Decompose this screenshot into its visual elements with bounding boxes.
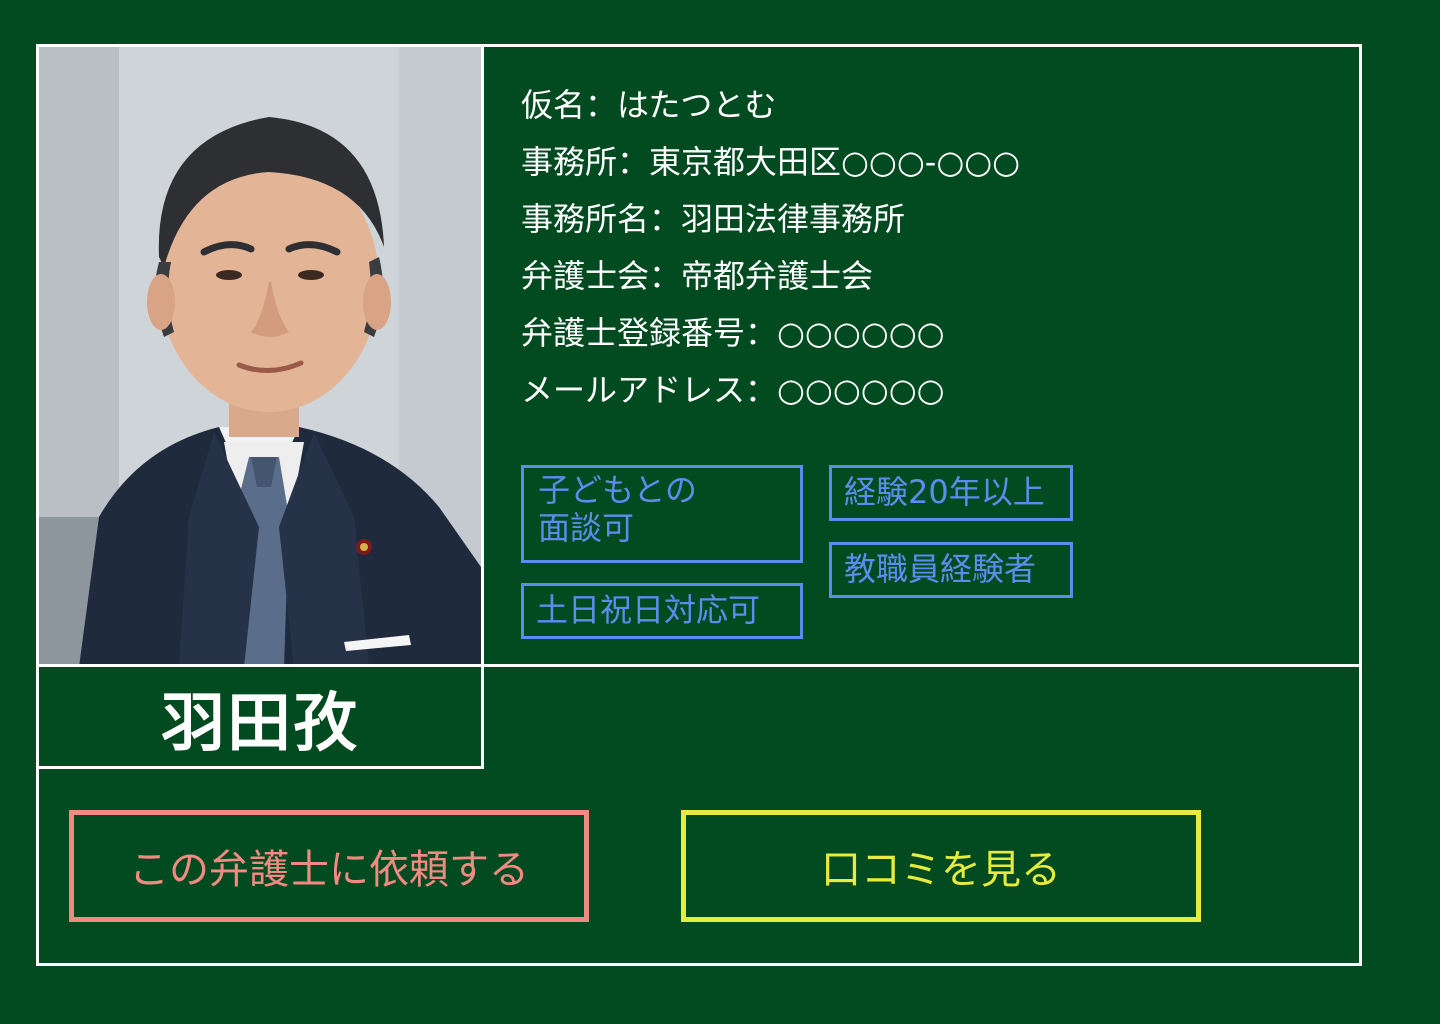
lawyer-name: 羽田孜 — [161, 686, 359, 761]
office-name-field: 事務所名：羽田法律事務所 — [521, 200, 906, 238]
view-reviews-button[interactable]: 口コミを見る — [681, 810, 1201, 922]
office-address-field: 事務所：東京都大田区○○○-○○○ — [521, 143, 1021, 181]
section-divider — [39, 664, 1359, 667]
bar-association-field: 弁護士会：帝都弁護士会 — [521, 257, 874, 295]
tag-child-meeting: 子どもとの 面談可 — [521, 465, 803, 563]
tag-experience: 経験20年以上 — [829, 465, 1073, 521]
registration-number-field: 弁護士登録番号：○○○○○○ — [521, 314, 945, 352]
tag-child-meeting-line1: 子どもとの — [538, 471, 698, 509]
request-lawyer-button[interactable]: この弁護士に依頼する — [69, 810, 589, 922]
portrait-image — [39, 47, 481, 667]
kana-field: 仮名：はたつとむ — [521, 86, 777, 124]
lawyer-profile-card: 羽田孜 仮名：はたつとむ 事務所：東京都大田区○○○-○○○ 事務所名：羽田法律… — [36, 44, 1362, 966]
tag-teacher: 教職員経験者 — [829, 542, 1073, 598]
tag-weekends: 土日祝日対応可 — [521, 583, 803, 639]
tag-child-meeting-line2: 面談可 — [538, 509, 635, 547]
email-field: メールアドレス：○○○○○○ — [521, 371, 945, 409]
lawyer-info-list: 仮名：はたつとむ 事務所：東京都大田区○○○-○○○ 事務所名：羽田法律事務所 … — [521, 77, 1020, 419]
photo-divider — [481, 47, 484, 769]
lawyer-photo — [39, 47, 481, 667]
name-box-border — [39, 766, 484, 769]
